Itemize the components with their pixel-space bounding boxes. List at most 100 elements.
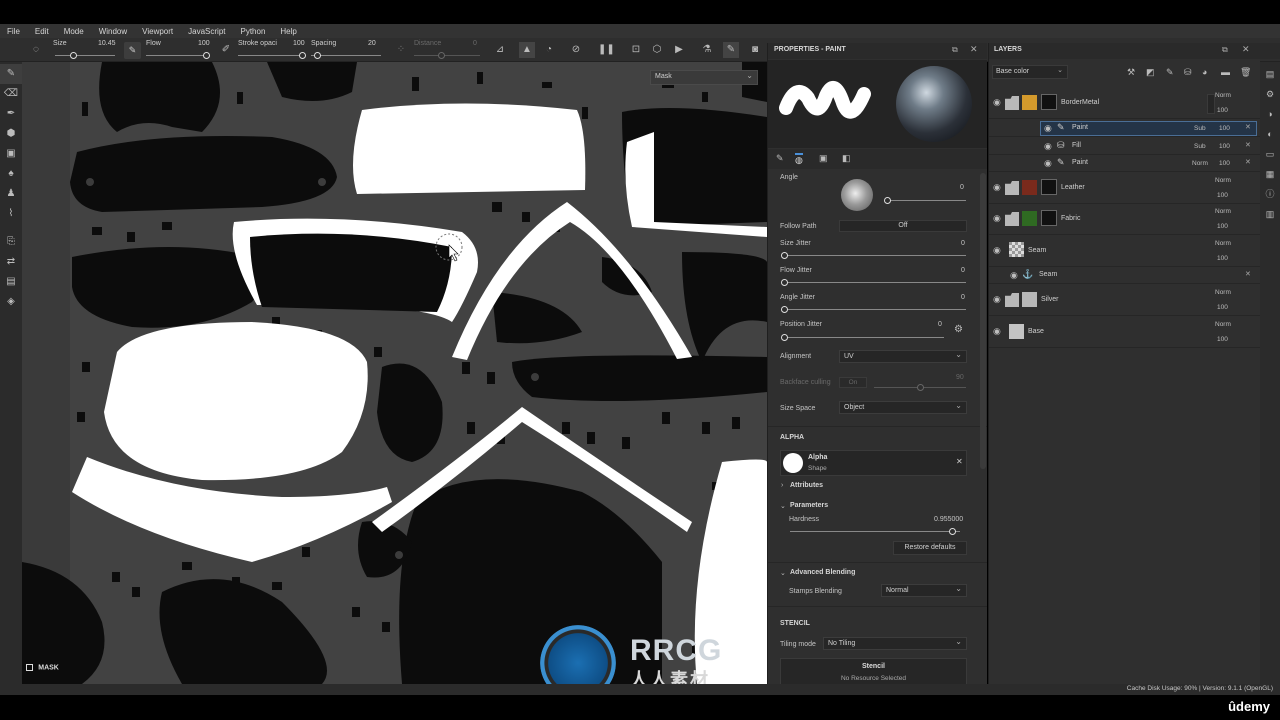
visibility-eye-icon[interactable]: ◉ bbox=[993, 182, 1001, 193]
paint-brush-icon[interactable]: ✎ bbox=[0, 64, 22, 84]
visibility-eye-icon[interactable]: ◉ bbox=[1044, 123, 1052, 134]
tiling-mode-select[interactable]: No Tiling bbox=[823, 636, 967, 650]
angle-value[interactable]: 0 bbox=[960, 184, 964, 191]
info-icon[interactable]: ⓘ bbox=[1260, 184, 1280, 204]
visibility-eye-icon[interactable]: ◉ bbox=[993, 245, 1001, 256]
undock-icon[interactable]: ⧉ bbox=[952, 45, 958, 55]
texture-set-list-icon[interactable]: ▤ bbox=[1260, 64, 1280, 84]
polygon-fill-icon[interactable]: ⬢ bbox=[0, 124, 22, 144]
log-icon[interactable]: ▦ bbox=[1260, 164, 1280, 184]
properties-scrollbar[interactable] bbox=[980, 173, 986, 469]
visibility-eye-icon[interactable]: ◉ bbox=[1010, 270, 1018, 281]
channel-select[interactable]: Base color ⌄ bbox=[992, 65, 1068, 79]
screenshot-icon[interactable]: ◙ bbox=[747, 42, 763, 58]
stroke-opacity-value[interactable]: 100 bbox=[293, 40, 305, 47]
remove-effect-icon[interactable]: ✕ bbox=[1245, 158, 1251, 166]
layer-row-leather[interactable]: ◉ Leather Norm 100 bbox=[989, 173, 1261, 204]
parameters-toggle[interactable]: Parameters bbox=[790, 502, 828, 509]
layer-row-silver[interactable]: ◉ Silver Norm 100 bbox=[989, 284, 1261, 316]
close-icon[interactable]: ✕ bbox=[970, 44, 978, 55]
menu-python[interactable]: Python bbox=[241, 27, 266, 36]
position-jitter-slider[interactable] bbox=[781, 334, 788, 341]
restore-defaults-button[interactable]: Restore defaults bbox=[893, 541, 967, 555]
angle-jitter-value[interactable]: 0 bbox=[961, 294, 965, 301]
visibility-eye-icon[interactable]: ◉ bbox=[993, 213, 1001, 224]
brush-icon[interactable]: ✎ bbox=[723, 42, 739, 58]
visibility-eye-icon[interactable]: ◉ bbox=[1044, 141, 1052, 152]
align-icon[interactable]: ▲ bbox=[519, 42, 535, 58]
viewport-mode-select[interactable]: Mask ⌄ bbox=[650, 70, 758, 85]
stamps-blending-select[interactable]: Normal bbox=[881, 583, 967, 597]
lazy-mouse-icon[interactable]: ⁘ bbox=[393, 42, 409, 58]
symmetry-icon[interactable]: ⊿ bbox=[492, 42, 508, 58]
stroke-opacity-slider[interactable] bbox=[299, 52, 306, 59]
layer-row-seam-anchor[interactable]: ◉ ⚓ Seam ✕ bbox=[989, 267, 1261, 284]
clone-icon[interactable]: ♟ bbox=[0, 184, 22, 204]
undock-icon[interactable]: ⧉ bbox=[1222, 45, 1228, 55]
history-icon[interactable]: ▭ bbox=[1260, 144, 1280, 164]
flow-icon[interactable]: ✎ bbox=[124, 42, 141, 59]
menu-edit[interactable]: Edit bbox=[35, 27, 49, 36]
eraser-icon[interactable]: ⌫ bbox=[0, 84, 22, 104]
backface-angle-value[interactable]: 90 bbox=[956, 374, 964, 381]
delete-layer-icon[interactable]: 🗑 bbox=[1240, 67, 1251, 78]
projection-icon[interactable]: ✒ bbox=[0, 104, 22, 124]
add-folder-icon[interactable]: ▬ bbox=[1221, 67, 1230, 77]
size-jitter-slider[interactable] bbox=[781, 252, 788, 259]
distance-slider[interactable] bbox=[438, 52, 445, 59]
size-space-select[interactable]: Object bbox=[839, 400, 967, 414]
alpha-tab-icon[interactable]: ◍ bbox=[795, 153, 803, 166]
alignment-select[interactable]: UV bbox=[839, 349, 967, 363]
angle-jitter-slider[interactable] bbox=[781, 306, 788, 313]
display-settings-icon[interactable]: ◈ bbox=[0, 292, 22, 312]
viewport-2d[interactable]: Mask ⌄ MASK RRCG 人人素材 bbox=[22, 62, 767, 684]
cube-view-icon[interactable]: ⬡ bbox=[649, 42, 665, 58]
distance-value[interactable]: 0 bbox=[473, 40, 477, 47]
menu-javascript[interactable]: JavaScript bbox=[188, 27, 225, 36]
add-effect-icon[interactable]: ⚒ bbox=[1127, 67, 1135, 78]
alpha-resource-slot[interactable]: Alpha Shape ✕ bbox=[780, 450, 967, 476]
pause-icon[interactable]: ❚❚ bbox=[598, 42, 615, 58]
size-value[interactable]: 10.45 bbox=[98, 40, 116, 47]
menu-help[interactable]: Help bbox=[280, 27, 296, 36]
layer-row-paint-selected[interactable]: ◉ ✎ Paint Sub 100 ✕ bbox=[989, 120, 1261, 137]
hardness-value[interactable]: 0.955000 bbox=[934, 516, 963, 523]
spacing-value[interactable]: 20 bbox=[368, 40, 376, 47]
flask-icon[interactable]: ⚗ bbox=[699, 42, 715, 58]
stencil-tab-icon[interactable]: ▣ bbox=[819, 153, 828, 164]
brush-tab-icon[interactable]: ✎ bbox=[776, 153, 784, 164]
viewer-settings-icon[interactable]: ◐ bbox=[1260, 124, 1280, 144]
angle-slider[interactable] bbox=[884, 197, 891, 204]
alpha-remove-icon[interactable]: ✕ bbox=[956, 457, 963, 466]
occlusion-icon[interactable]: ⊘ bbox=[568, 42, 584, 58]
layer-row-bordermetal[interactable]: ◉ BorderMetal Norm 100 bbox=[989, 87, 1261, 119]
texture-set-settings-icon[interactable]: ⚙ bbox=[1260, 84, 1280, 104]
angle-dial[interactable] bbox=[841, 179, 873, 211]
material-tab-icon[interactable]: ◧ bbox=[842, 153, 851, 164]
layer-row-fabric[interactable]: ◉ Fabric Norm 100 bbox=[989, 204, 1261, 235]
shelf-icon[interactable]: ▥ bbox=[1260, 204, 1280, 224]
add-mask-icon[interactable]: ◩ bbox=[1146, 67, 1155, 78]
texture-set-icon[interactable]: ▤ bbox=[0, 272, 22, 292]
attributes-toggle[interactable]: Attributes bbox=[790, 482, 823, 489]
layer-row-base[interactable]: ◉ Base Norm 100 bbox=[989, 316, 1261, 348]
hardness-slider[interactable] bbox=[949, 528, 957, 535]
camera-fit-icon[interactable]: ⊡ bbox=[628, 42, 644, 58]
backface-angle-slider[interactable] bbox=[917, 384, 924, 391]
follow-path-toggle[interactable]: Off bbox=[839, 220, 967, 232]
geometry-fill-icon[interactable]: ▣ bbox=[0, 144, 22, 164]
position-jitter-value[interactable]: 0 bbox=[938, 321, 942, 328]
bake-icon[interactable]: ⎘ bbox=[0, 232, 22, 252]
remove-effect-icon[interactable]: ✕ bbox=[1245, 141, 1251, 149]
visibility-eye-icon[interactable]: ◉ bbox=[993, 294, 1001, 305]
menu-mode[interactable]: Mode bbox=[64, 27, 84, 36]
add-fill-layer-icon[interactable]: ⛁ bbox=[1184, 67, 1192, 78]
visibility-eye-icon[interactable]: ◉ bbox=[993, 97, 1001, 108]
flow-slider[interactable] bbox=[203, 52, 210, 59]
layer-row-fill[interactable]: ◉ ⛁ Fill Sub 100 ✕ bbox=[989, 138, 1261, 155]
menu-window[interactable]: Window bbox=[99, 27, 127, 36]
brush-preset-icon[interactable]: ◌ bbox=[28, 42, 44, 58]
visibility-eye-icon[interactable]: ◉ bbox=[993, 326, 1001, 337]
flow-jitter-slider[interactable] bbox=[781, 279, 788, 286]
advanced-blending-toggle[interactable]: Advanced Blending bbox=[790, 569, 855, 576]
